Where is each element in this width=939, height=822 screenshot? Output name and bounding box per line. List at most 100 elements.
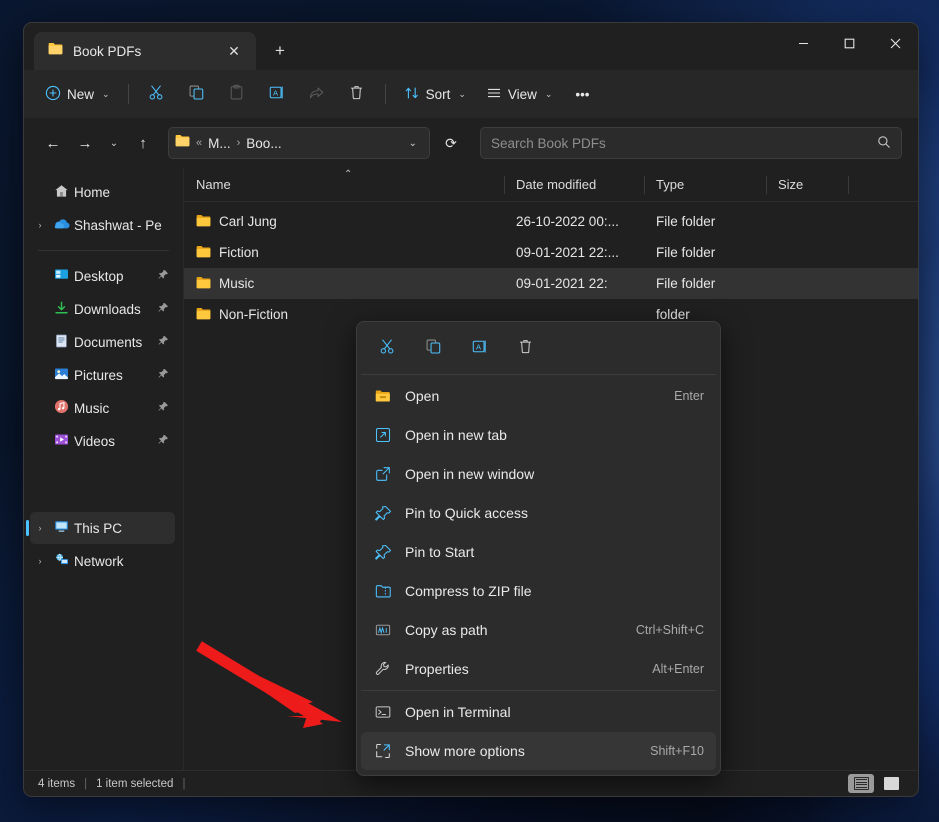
context-menu-item-pin-to-quick-access[interactable]: Pin to Quick access bbox=[361, 494, 716, 532]
videos-icon bbox=[50, 433, 72, 449]
new-tab-icon bbox=[375, 427, 405, 443]
folder-icon bbox=[196, 214, 211, 230]
pin-icon bbox=[158, 434, 175, 448]
context-menu-item-compress-to-zip[interactable]: Compress to ZIP file bbox=[361, 572, 716, 610]
breadcrumb-overflow[interactable]: « bbox=[196, 137, 202, 149]
sort-button[interactable]: Sort ⌄ bbox=[395, 78, 475, 110]
refresh-button[interactable]: ⟳ bbox=[436, 128, 466, 158]
context-menu-item-open[interactable]: Open Enter bbox=[361, 377, 716, 415]
file-date-cell: 09-01-2021 22: bbox=[504, 276, 644, 291]
rename-button[interactable]: A bbox=[258, 78, 296, 110]
details-view-icon[interactable] bbox=[848, 774, 874, 793]
recent-locations-button[interactable]: ⌄ bbox=[102, 128, 126, 158]
copy-button[interactable] bbox=[417, 333, 449, 363]
tab-book-pdfs[interactable]: Book PDFs ✕ bbox=[34, 32, 256, 70]
documents-icon bbox=[50, 334, 72, 351]
context-menu-item-properties[interactable]: Properties Alt+Enter bbox=[361, 650, 716, 688]
context-menu-item-pin-to-start[interactable]: Pin to Start bbox=[361, 533, 716, 571]
table-row[interactable]: Fiction 09-01-2021 22:... File folder bbox=[184, 237, 918, 268]
sidebar-item-downloads[interactable]: Downloads bbox=[30, 293, 175, 325]
cut-button[interactable] bbox=[371, 333, 403, 363]
up-button[interactable]: ↑ bbox=[128, 128, 158, 158]
paste-icon bbox=[228, 84, 245, 104]
onedrive-cloud-icon bbox=[50, 218, 72, 233]
table-row[interactable]: Music 09-01-2021 22: File folder bbox=[184, 268, 918, 299]
chevron-right-icon[interactable]: › bbox=[32, 556, 48, 566]
pin-icon bbox=[375, 505, 405, 522]
sidebar-item-documents[interactable]: Documents bbox=[30, 326, 175, 358]
sidebar-divider bbox=[38, 250, 169, 251]
context-menu-item-open-in-new-tab[interactable]: Open in new tab bbox=[361, 416, 716, 454]
chevron-right-icon[interactable]: › bbox=[32, 220, 48, 230]
column-header-name[interactable]: Name ⌃ bbox=[184, 168, 504, 202]
search-input[interactable] bbox=[491, 136, 877, 151]
rename-icon: A bbox=[268, 84, 285, 104]
sidebar-item-desktop[interactable]: Desktop bbox=[30, 260, 175, 292]
column-header-size[interactable]: Size bbox=[766, 168, 848, 202]
sidebar-item-videos[interactable]: Videos bbox=[30, 425, 175, 457]
this-pc-icon bbox=[50, 520, 72, 536]
new-button[interactable]: New ⌄ bbox=[36, 78, 119, 110]
chevron-right-icon[interactable]: › bbox=[32, 523, 48, 533]
delete-button[interactable] bbox=[338, 78, 376, 110]
context-menu-item-show-more-options[interactable]: Show more options Shift+F10 bbox=[361, 732, 716, 770]
new-tab-icon[interactable]: + bbox=[266, 37, 294, 65]
status-separator: | bbox=[182, 778, 185, 790]
sidebar-item-onedrive[interactable]: › Shashwat - Pe bbox=[30, 209, 175, 241]
close-window-button[interactable] bbox=[872, 23, 918, 63]
sidebar-item-label: Home bbox=[74, 185, 175, 200]
file-name-label: Fiction bbox=[219, 245, 259, 260]
pin-icon bbox=[158, 302, 175, 316]
chevron-down-icon: ⌄ bbox=[458, 89, 466, 100]
sidebar-item-label: Shashwat - Pe bbox=[74, 218, 175, 233]
context-menu-item-open-in-new-window[interactable]: Open in new window bbox=[361, 455, 716, 493]
breadcrumb-item-2[interactable]: Boo... bbox=[246, 136, 281, 151]
file-type-cell: File folder bbox=[644, 245, 766, 260]
minimize-button[interactable] bbox=[780, 23, 826, 63]
folder-open-icon bbox=[375, 389, 405, 403]
svg-text:A: A bbox=[273, 88, 279, 97]
paste-button[interactable] bbox=[218, 78, 256, 110]
breadcrumb[interactable]: « M... › Boo... ⌄ bbox=[168, 127, 430, 159]
view-button[interactable]: View ⌄ bbox=[477, 78, 562, 110]
large-icons-view-icon[interactable] bbox=[878, 774, 904, 793]
sidebar-item-label: This PC bbox=[74, 521, 175, 536]
sidebar-item-pictures[interactable]: Pictures bbox=[30, 359, 175, 391]
sidebar-item-home[interactable]: Home bbox=[30, 176, 175, 208]
file-name-label: Carl Jung bbox=[219, 214, 277, 229]
breadcrumb-item-1[interactable]: M... bbox=[208, 136, 231, 151]
context-menu-item-shortcut: Alt+Enter bbox=[652, 662, 704, 676]
hamburger-icon bbox=[486, 85, 502, 104]
tab-title: Book PDFs bbox=[73, 44, 210, 59]
column-header-date-modified[interactable]: Date modified bbox=[504, 168, 644, 202]
column-headers: Name ⌃ Date modified Type Size bbox=[184, 168, 918, 202]
folder-icon bbox=[196, 307, 211, 323]
delete-button[interactable] bbox=[509, 333, 541, 363]
sidebar-item-network[interactable]: › Network bbox=[30, 545, 175, 577]
sidebar-item-music[interactable]: Music bbox=[30, 392, 175, 424]
svg-text:A: A bbox=[476, 342, 482, 351]
breadcrumb-dropdown-icon[interactable]: ⌄ bbox=[403, 138, 423, 149]
context-menu-item-copy-as-path[interactable]: Copy as path Ctrl+Shift+C bbox=[361, 611, 716, 649]
context-menu-item-label: Compress to ZIP file bbox=[405, 583, 704, 599]
context-menu-item-open-in-terminal[interactable]: Open in Terminal bbox=[361, 693, 716, 731]
maximize-button[interactable] bbox=[826, 23, 872, 63]
table-row[interactable]: Carl Jung 26-10-2022 00:... File folder bbox=[184, 206, 918, 237]
search-icon bbox=[877, 135, 891, 152]
forward-button[interactable]: → bbox=[70, 128, 100, 158]
copy-button[interactable] bbox=[178, 78, 216, 110]
close-tab-icon[interactable]: ✕ bbox=[220, 37, 248, 65]
more-options-button[interactable]: ••• bbox=[563, 78, 601, 110]
column-header-type[interactable]: Type bbox=[644, 168, 766, 202]
rename-button[interactable]: A bbox=[463, 333, 495, 363]
item-count: 4 items bbox=[38, 778, 75, 790]
sidebar-item-this-pc[interactable]: › This PC bbox=[30, 512, 175, 544]
cut-button[interactable] bbox=[138, 78, 176, 110]
context-menu-item-label: Pin to Start bbox=[405, 544, 704, 560]
back-button[interactable]: ← bbox=[38, 128, 68, 158]
search-box[interactable] bbox=[480, 127, 902, 159]
new-button-label: New bbox=[67, 87, 94, 102]
zip-icon bbox=[375, 584, 405, 599]
file-date-cell: 09-01-2021 22:... bbox=[504, 245, 644, 260]
share-button[interactable] bbox=[298, 78, 336, 110]
